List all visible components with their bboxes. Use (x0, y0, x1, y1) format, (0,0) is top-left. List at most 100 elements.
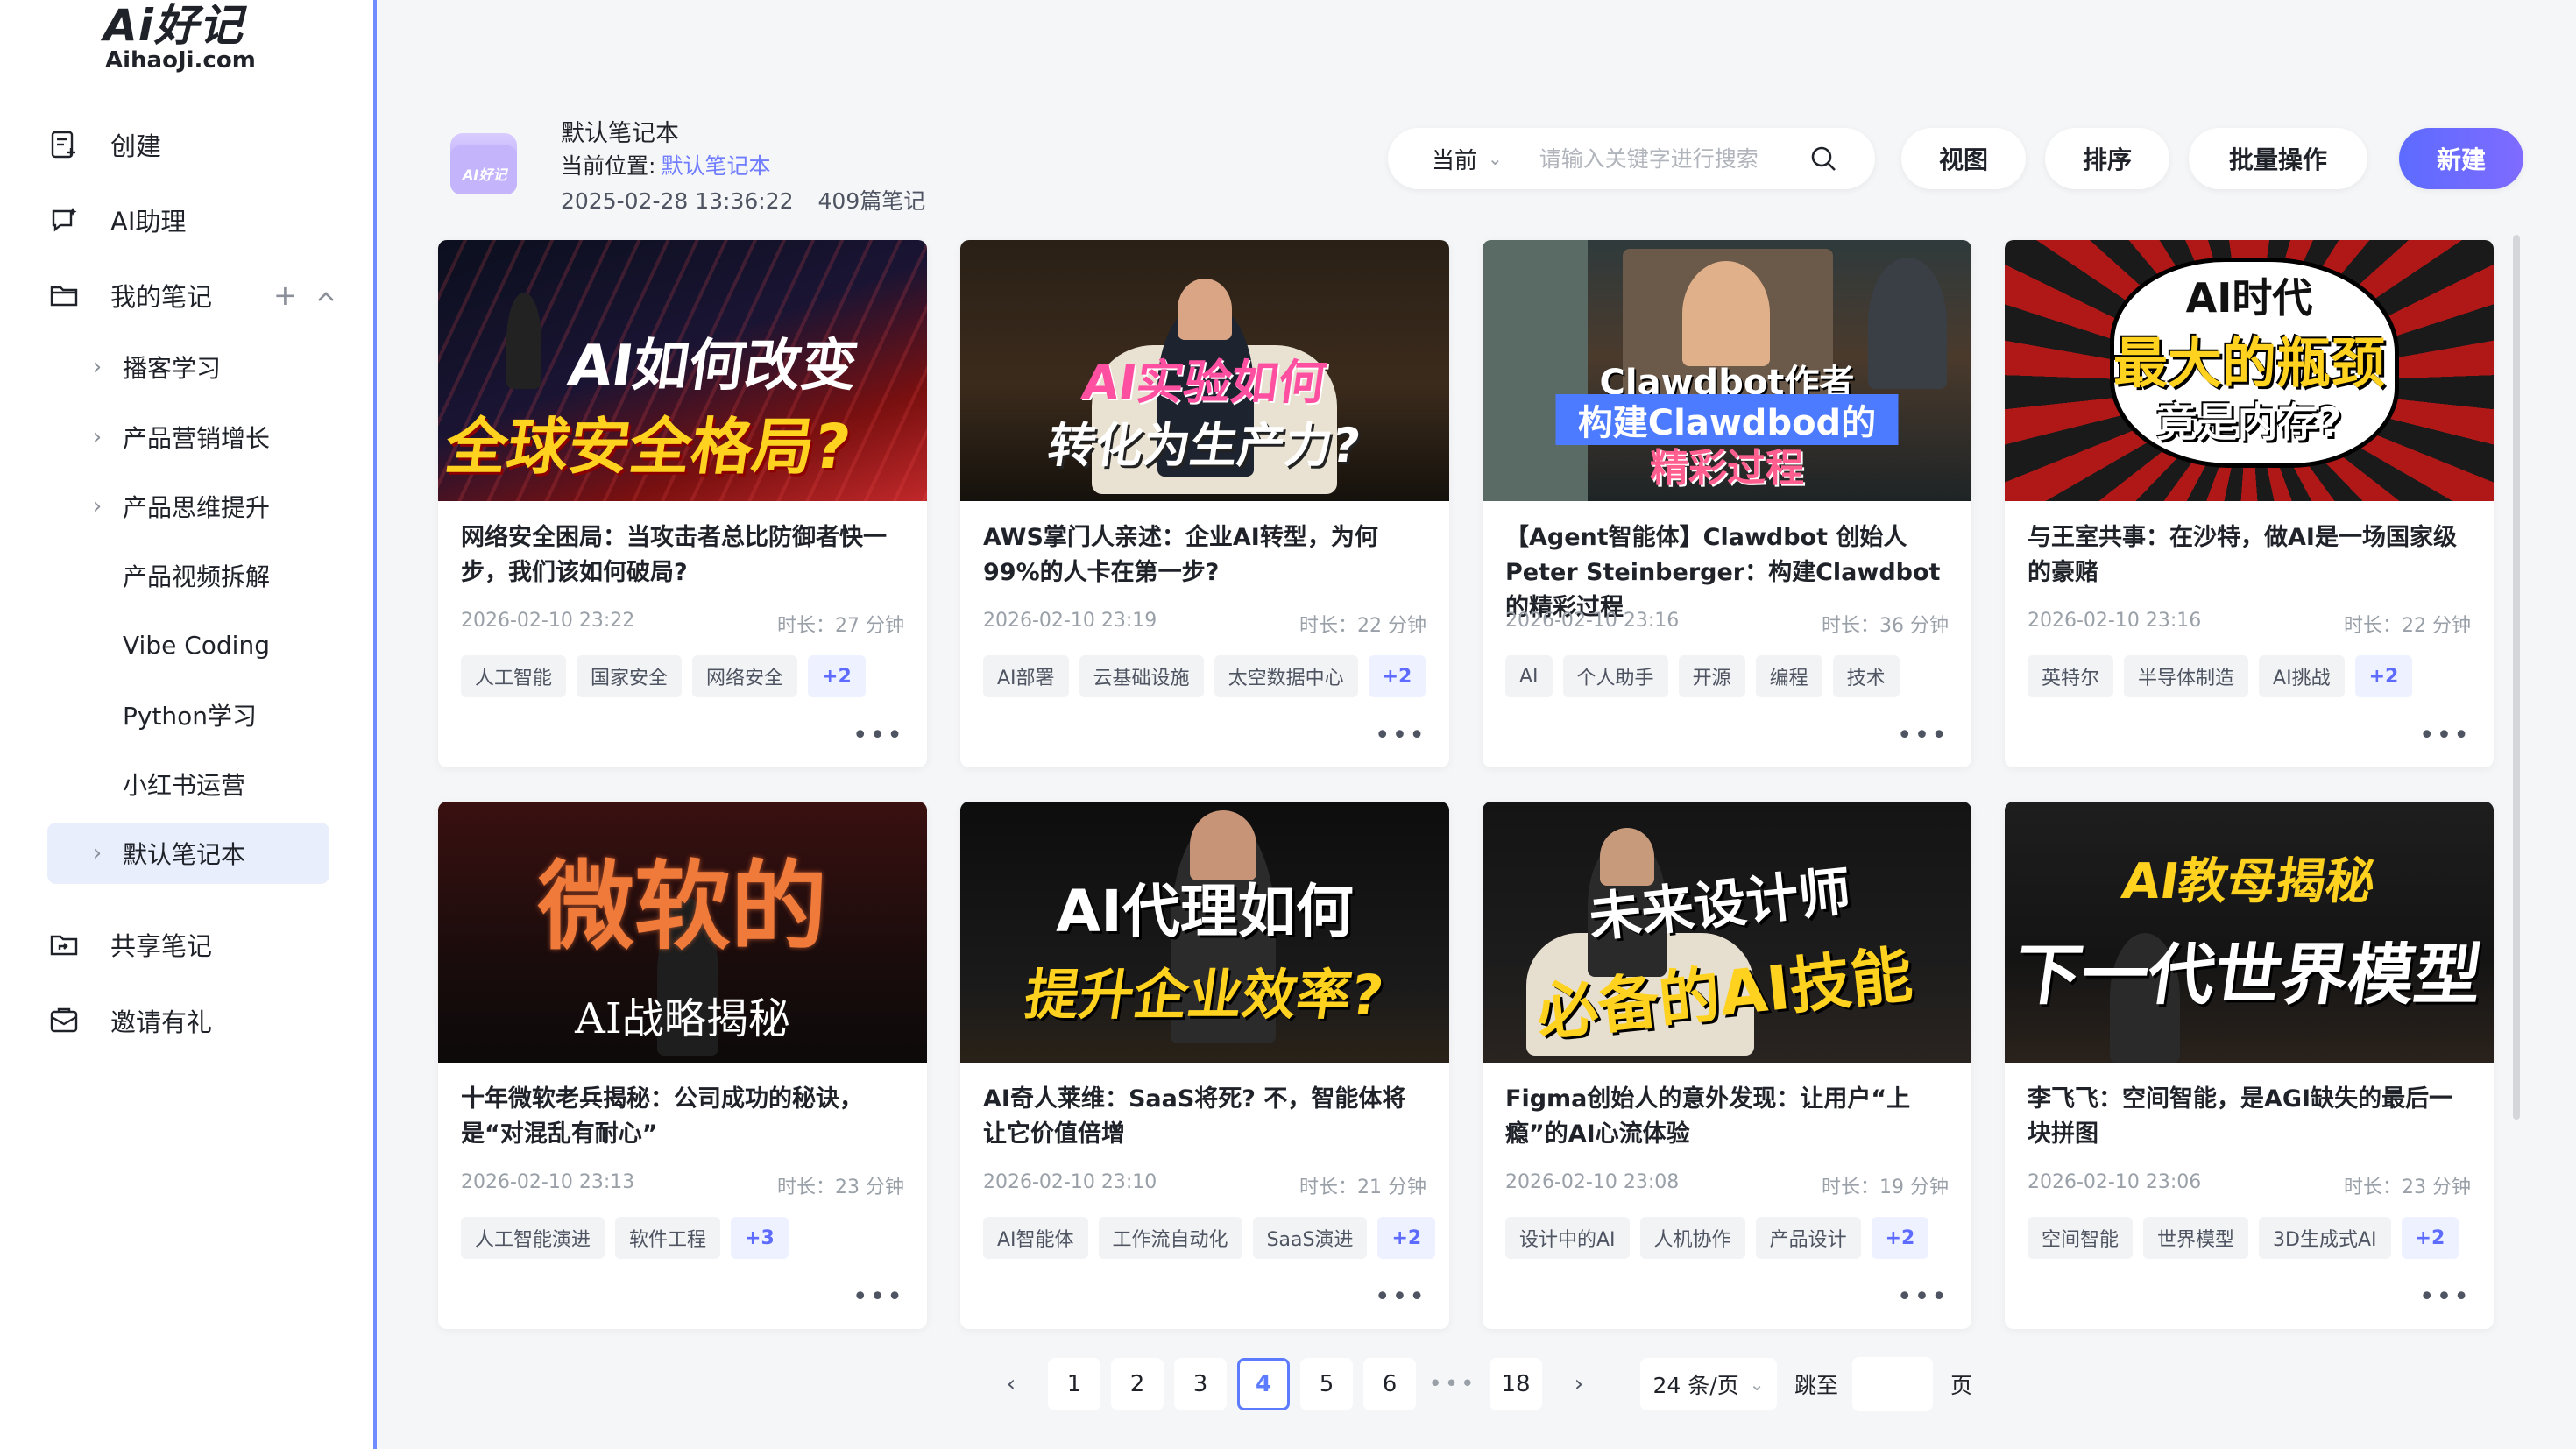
note-title[interactable]: AI奇人莱维：SaaS将死? 不，智能体将让它价值倍增 (983, 1082, 1426, 1152)
note-title[interactable]: 网络安全困局：当攻击者总比防御者快一步，我们该如何破局? (461, 520, 904, 590)
note-card[interactable]: AI实验如何 转化为生产力? AWS掌门人亲述：企业AI转型，为何99%的人卡在… (960, 240, 1449, 767)
tag[interactable]: 个人助手 (1562, 655, 1668, 697)
tag[interactable]: AI挑战 (2259, 655, 2345, 697)
notebook-item[interactable]: 产品视频拆解 (47, 545, 329, 606)
tag[interactable]: 开源 (1678, 655, 1745, 697)
collapse-icon[interactable] (315, 282, 337, 315)
more-tags-badge[interactable]: +3 (731, 1217, 789, 1259)
tag[interactable]: 工作流自动化 (1098, 1217, 1242, 1259)
nav-invite[interactable]: 邀请有礼 (47, 990, 212, 1051)
tag[interactable]: SaaS演进 (1252, 1217, 1368, 1259)
tag[interactable]: AI部署 (983, 655, 1069, 697)
tag[interactable]: 世界模型 (2143, 1217, 2249, 1259)
chevron-right-icon[interactable]: › (84, 354, 110, 380)
more-options-icon[interactable]: ••• (2419, 720, 2471, 751)
new-note-button[interactable]: 新建 (2399, 128, 2523, 189)
page-button[interactable]: 3 (1174, 1358, 1227, 1410)
notebook-item[interactable]: › 产品营销增长 (47, 406, 329, 468)
notebook-item[interactable]: Python学习 (47, 684, 329, 746)
my-notes-tools: + (273, 279, 337, 312)
tag[interactable]: 软件工程 (615, 1217, 721, 1259)
note-card[interactable]: Clawdbot作者 构建Clawdbod的 精彩过程 【Agent智能体】Cl… (1483, 240, 1971, 767)
notebook-item[interactable]: › 产品思维提升 (47, 476, 329, 537)
notebook-item[interactable]: 小红书运营 (47, 753, 329, 815)
note-title[interactable]: 李飞飞：空间智能，是AGI缺失的最后一块拼图 (2028, 1082, 2471, 1152)
last-page-button[interactable]: 18 (1490, 1358, 1542, 1410)
search-icon[interactable] (1808, 143, 1839, 174)
page-button[interactable]: 1 (1048, 1358, 1100, 1410)
nav-shared-notes[interactable]: 共享笔记 (47, 914, 212, 975)
nav-ai-assistant[interactable]: AI助理 (47, 189, 186, 251)
tag[interactable]: AI (1505, 655, 1553, 697)
page-button[interactable]: 5 (1300, 1358, 1353, 1410)
tag[interactable]: AI智能体 (983, 1217, 1088, 1259)
more-tags-badge[interactable]: +2 (1368, 655, 1426, 697)
tag[interactable]: 人工智能演进 (461, 1217, 605, 1259)
batch-action-button[interactable]: 批量操作 (2189, 128, 2367, 189)
tag[interactable]: 国家安全 (577, 655, 683, 697)
chevron-right-icon[interactable]: › (84, 493, 110, 520)
sort-button[interactable]: 排序 (2045, 128, 2169, 189)
note-card[interactable]: AI时代 最大的瓶颈 竟是内存? 与王室共事：在沙特，做AI是一场国家级的豪赌 … (2005, 240, 2494, 767)
app-logo[interactable]: Ai好记 AihaoJi.com (103, 2, 261, 74)
page-size-select[interactable]: 24 条/页 ⌄ (1640, 1358, 1777, 1410)
more-tags-badge[interactable]: +2 (1377, 1217, 1436, 1259)
more-tags-badge[interactable]: +2 (2354, 655, 2413, 697)
more-options-icon[interactable]: ••• (1897, 1282, 1949, 1312)
notebook-item[interactable]: › 播客学习 (47, 336, 329, 398)
page-button[interactable]: 6 (1363, 1358, 1416, 1410)
scrollbar[interactable] (2513, 235, 2520, 1120)
more-tags-badge[interactable]: +2 (2401, 1217, 2459, 1259)
note-title[interactable]: AWS掌门人亲述：企业AI转型，为何99%的人卡在第一步? (983, 520, 1426, 590)
more-options-icon[interactable]: ••• (1897, 720, 1949, 751)
more-options-icon[interactable]: ••• (1375, 720, 1426, 751)
create-note-icon (47, 128, 81, 161)
jump-page-input[interactable] (1852, 1357, 1934, 1411)
more-options-icon[interactable]: ••• (1375, 1282, 1426, 1312)
tag[interactable]: 空间智能 (2028, 1217, 2134, 1259)
tag[interactable]: 人机协作 (1639, 1217, 1745, 1259)
tag[interactable]: 网络安全 (692, 655, 798, 697)
nav-my-notes[interactable]: 我的笔记 (47, 265, 212, 326)
note-card[interactable]: AI代理如何 提升企业效率? AI奇人莱维：SaaS将死? 不，智能体将让它价值… (960, 802, 1449, 1329)
tag[interactable]: 3D生成式AI (2259, 1217, 2391, 1259)
tag[interactable]: 英特尔 (2028, 655, 2114, 697)
more-options-icon[interactable]: ••• (853, 720, 904, 751)
note-card[interactable]: AI教母揭秘 下一代世界模型 李飞飞：空间智能，是AGI缺失的最后一块拼图 20… (2005, 802, 2494, 1329)
tag[interactable]: 人工智能 (461, 655, 567, 697)
prev-page-button[interactable]: ‹ (985, 1358, 1037, 1410)
note-title[interactable]: 十年微软老兵揭秘：公司成功的秘诀，是“对混乱有耐心” (461, 1082, 904, 1152)
search-input[interactable] (1537, 145, 1804, 173)
note-card[interactable]: 未来设计师 必备的AI技能 Figma创始人的意外发现：让用户“上瘾”的AI心流… (1483, 802, 1971, 1329)
tag[interactable]: 太空数据中心 (1214, 655, 1358, 697)
notebook-item[interactable]: Vibe Coding (47, 614, 329, 675)
more-tags-badge[interactable]: +2 (808, 655, 866, 697)
tag[interactable]: 产品设计 (1755, 1217, 1861, 1259)
note-card[interactable]: AI如何改变 全球安全格局? 网络安全困局：当攻击者总比防御者快一步，我们该如何… (438, 240, 927, 767)
page-button[interactable]: 2 (1111, 1358, 1164, 1410)
breadcrumb-link[interactable]: 默认笔记本 (661, 153, 770, 179)
more-options-icon[interactable]: ••• (2419, 1282, 2471, 1312)
nav-create[interactable]: 创建 (47, 114, 161, 175)
tag[interactable]: 编程 (1755, 655, 1822, 697)
add-notebook-icon[interactable]: + (273, 279, 297, 312)
note-card[interactable]: 微软的 AI战略揭秘 十年微软老兵揭秘：公司成功的秘诀，是“对混乱有耐心” 20… (438, 802, 927, 1329)
chevron-right-icon[interactable]: › (84, 424, 110, 450)
notebook-item-active[interactable]: › 默认笔记本 (47, 823, 329, 884)
page-ellipsis[interactable]: ••• (1426, 1358, 1479, 1410)
more-options-icon[interactable]: ••• (853, 1282, 904, 1312)
tag[interactable]: 技术 (1832, 655, 1900, 697)
more-tags-badge[interactable]: +2 (1871, 1217, 1929, 1259)
tag[interactable]: 设计中的AI (1505, 1217, 1630, 1259)
note-title[interactable]: Figma创始人的意外发现：让用户“上瘾”的AI心流体验 (1505, 1082, 1949, 1152)
tag[interactable]: 云基础设施 (1079, 655, 1204, 697)
tag[interactable]: 半导体制造 (2124, 655, 2249, 697)
note-title[interactable]: 与王室共事：在沙特，做AI是一场国家级的豪赌 (2028, 520, 2471, 590)
note-duration: 时长：22 分钟 (2344, 615, 2471, 637)
next-page-button[interactable]: › (1553, 1358, 1605, 1410)
search-scope-select[interactable]: 当前 ⌄ (1432, 143, 1503, 175)
page-button-current[interactable]: 4 (1237, 1358, 1290, 1410)
chevron-right-icon[interactable]: › (84, 840, 110, 866)
note-tags: 人工智能演进 软件工程 +3 (461, 1217, 789, 1259)
view-button[interactable]: 视图 (1901, 128, 2026, 189)
